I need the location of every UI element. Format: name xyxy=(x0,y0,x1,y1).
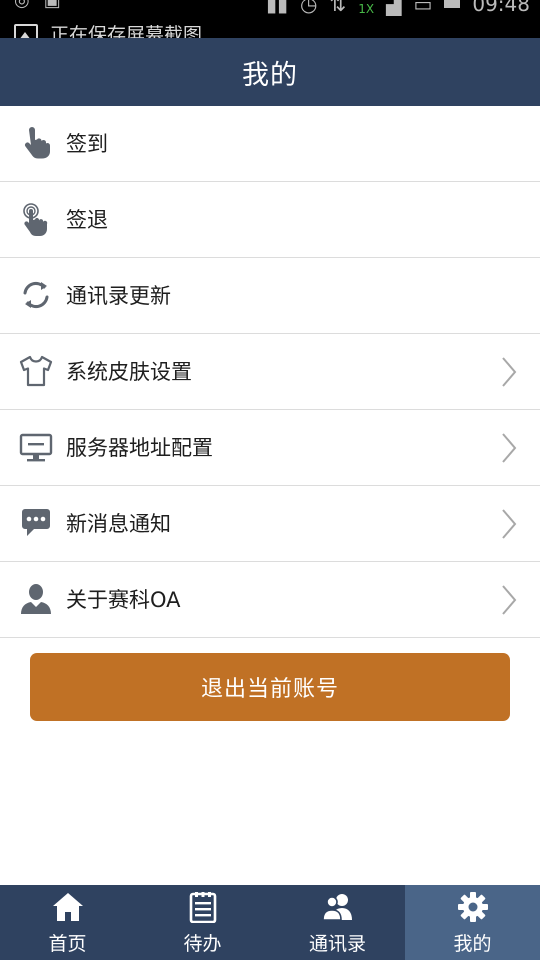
menu-item-skin-settings[interactable]: 系统皮肤设置 xyxy=(0,334,540,410)
alarm-icon: ◷ xyxy=(299,0,318,16)
bottom-tab-bar: 首页 待办 通讯录 我的 xyxy=(0,885,540,960)
menu-item-about[interactable]: 关于赛科OA xyxy=(0,562,540,638)
chevron-right-icon xyxy=(502,585,517,615)
screenshot-icon xyxy=(14,23,38,38)
touch-finger-icon xyxy=(23,203,48,236)
network-type: 1X xyxy=(358,2,375,16)
shirt-icon xyxy=(19,355,53,387)
menu-item-server-config[interactable]: 服务器地址配置 xyxy=(0,410,540,486)
contacts-icon xyxy=(321,894,352,921)
tab-todo[interactable]: 待办 xyxy=(135,885,270,960)
monitor-icon xyxy=(19,433,53,462)
chevron-right-icon xyxy=(502,357,517,387)
data-transfer-icon: ⇅ xyxy=(329,0,347,16)
menu-item-label: 系统皮肤设置 xyxy=(66,360,192,384)
refresh-icon xyxy=(23,281,49,309)
menu-item-label: 通讯录更新 xyxy=(66,284,171,308)
image-icon: ▣ xyxy=(43,0,61,11)
notification-text: 正在保存屏幕截图 xyxy=(50,24,203,38)
tab-contacts[interactable]: 通讯录 xyxy=(270,885,405,960)
logout-button[interactable]: 退出当前账号 xyxy=(30,653,510,721)
tab-label: 我的 xyxy=(453,933,492,955)
status-bar: ◎ ▣ 正在保存屏幕截图 ▮▮ ◷ ⇅ 1X ▟ ▭ 09:48 xyxy=(0,0,540,38)
title-bar: 我的 xyxy=(0,38,540,106)
location-icon: ◎ xyxy=(14,0,30,11)
tab-label: 通讯录 xyxy=(308,933,366,955)
clock-time: 09:48 xyxy=(472,0,530,16)
chat-bubble-icon xyxy=(22,509,50,536)
battery-icon xyxy=(444,0,461,8)
user-icon xyxy=(21,584,51,614)
status-right-icons: ▮▮ ◷ ⇅ 1X ▟ ▭ 09:48 xyxy=(266,0,530,16)
tab-mine[interactable]: 我的 xyxy=(405,885,540,960)
menu-item-label: 新消息通知 xyxy=(66,512,171,536)
chevron-right-icon xyxy=(502,509,517,539)
tap-finger-icon xyxy=(25,127,50,159)
status-notification: 正在保存屏幕截图 xyxy=(14,20,202,38)
notepad-icon xyxy=(189,892,216,923)
tab-home[interactable]: 首页 xyxy=(0,885,135,960)
sim-icon: ▭ xyxy=(413,0,433,16)
menu-item-message-notification[interactable]: 新消息通知 xyxy=(0,486,540,562)
menu-item-label: 签到 xyxy=(66,132,108,156)
settings-menu: 签到 签退 通讯录更新 系统皮肤设置 服务器地址配置 新消息通知 关于赛科OA xyxy=(0,106,540,638)
menu-item-contacts-update[interactable]: 通讯录更新 xyxy=(0,258,540,334)
menu-item-label: 签退 xyxy=(66,208,108,232)
menu-item-sign-out[interactable]: 签退 xyxy=(0,182,540,258)
tab-label: 待办 xyxy=(183,933,222,955)
menu-item-sign-in[interactable]: 签到 xyxy=(0,106,540,182)
menu-item-label: 关于赛科OA xyxy=(66,588,181,612)
page-title: 我的 xyxy=(242,59,298,91)
chevron-right-icon xyxy=(502,433,517,463)
home-icon xyxy=(52,893,83,921)
vibrate-icon: ▮▮ xyxy=(265,0,288,16)
gear-icon xyxy=(457,892,488,922)
signal-icon: ▟ xyxy=(386,0,402,16)
menu-item-label: 服务器地址配置 xyxy=(66,436,213,460)
status-left-icons: ◎ ▣ xyxy=(14,0,61,11)
tab-label: 首页 xyxy=(48,933,87,955)
